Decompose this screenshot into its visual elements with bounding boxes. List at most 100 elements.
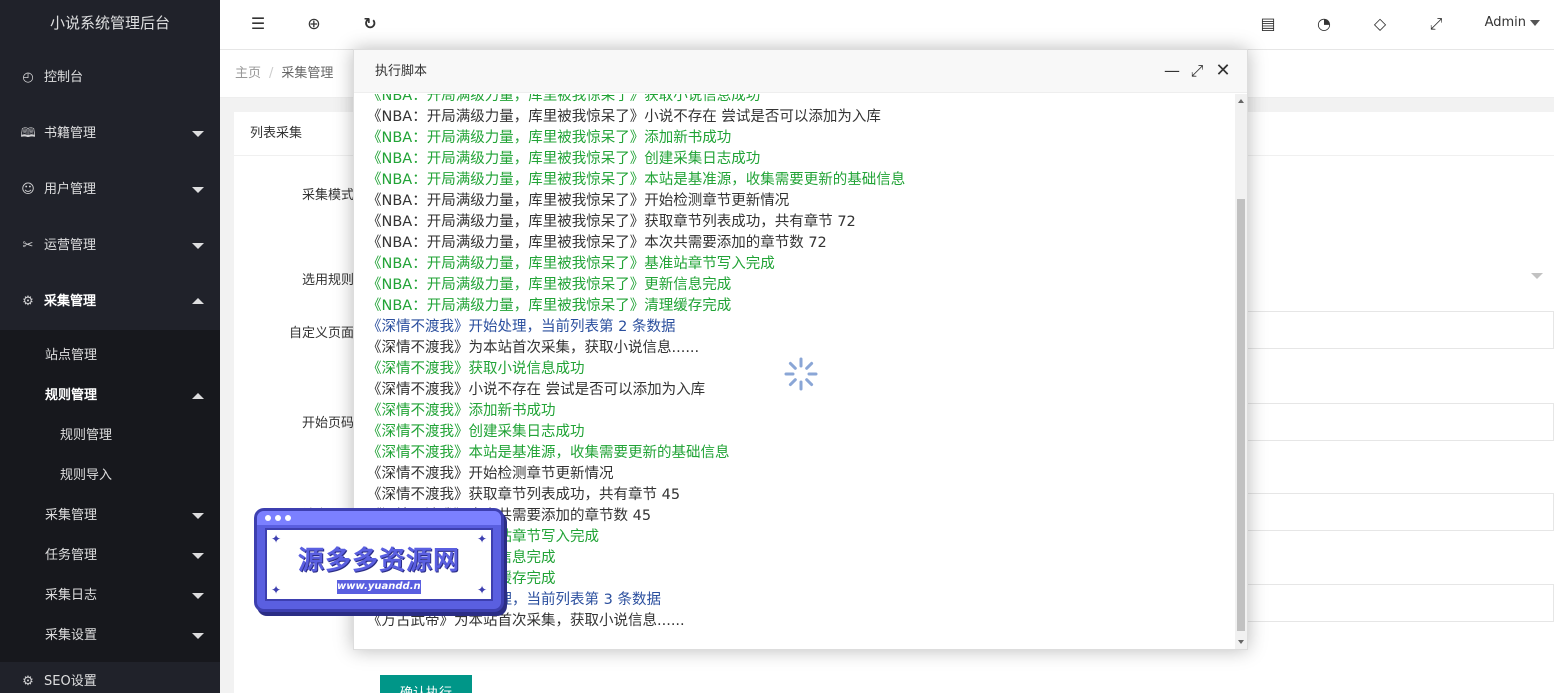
close-icon[interactable]: ✕ [1213,62,1233,80]
chevron-down-icon [192,513,204,519]
sidebar-submenu: 站点管理 规则管理 规则管理 规则导入 采集管理 任务管理 采集日志 采集设置 [0,330,220,662]
sidebar-item-label: 采集日志 [45,588,98,603]
sidebar-item-site[interactable]: 站点管理 [0,336,220,376]
custom-page-label: 自定义页面 [288,326,354,341]
chevron-down-icon [192,131,204,137]
custom-page-input[interactable] [1234,311,1554,349]
breadcrumb-current[interactable]: 采集管理 [281,66,333,81]
log-line: 《NBA：开局满级力量，库里被我惊呆了》本站是基准源，收集需要更新的基础信息 [367,172,906,188]
loading-spinner-icon [784,357,818,391]
book-icon: 🕮 [20,126,36,141]
log-line: 《深情不渡我》为本站首次采集，获取小说信息...... [367,340,700,356]
sidebar-item-rules-mgmt[interactable]: 规则管理 [0,416,220,456]
start-page-label: 开始页码 [301,416,354,431]
caret-down-icon [1530,19,1540,26]
end-page-input[interactable] [1234,493,1554,531]
tag-icon[interactable]: ◇ [1369,13,1391,35]
chevron-up-icon [192,298,204,304]
sidebar-item-label: 采集管理 [44,294,97,309]
log-line: 《NBA：开局满级力量，库里被我惊呆了》获取小说信息成功 [367,94,761,104]
chevron-down-icon [192,187,204,193]
sidebar-item-collect[interactable]: ⚙ 采集管理 [0,274,220,330]
sparkle-icon: ✦ [271,583,282,597]
rule-label: 选用规则 [301,273,354,288]
sidebar-item-label: 控制台 [44,70,84,85]
scroll-thumb[interactable] [1237,199,1245,631]
chevron-down-icon [1531,273,1543,279]
globe-icon[interactable]: ⊕ [303,13,325,35]
menu-collapse-icon[interactable]: ☰ [247,13,269,35]
watermark-name: 源多多资源网 [297,546,460,576]
seo-icon: ⚙ [22,674,34,689]
sidebar-item-rules-import[interactable]: 规则导入 [0,456,220,496]
sidebar-item-label: 规则管理 [45,388,98,403]
log-scrollbar[interactable] [1235,94,1247,649]
scroll-up-icon[interactable] [1238,99,1244,103]
log-line: 《NBA：开局满级力量，库里被我惊呆了》本次共需要添加的章节数 72 [367,235,827,251]
log-line: 《NBA：开局满级力量，库里被我惊呆了》添加新书成功 [367,130,732,146]
sidebar-item-operations[interactable]: ✂ 运营管理 [0,218,220,274]
operations-icon: ✂ [22,238,34,253]
log-line: 《NBA：开局满级力量，库里被我惊呆了》获取章节列表成功，共有章节 72 [367,214,856,230]
sidebar-item-label: 任务管理 [45,548,98,563]
log-line: 《NBA：开局满级力量，库里被我惊呆了》创建采集日志成功 [367,151,761,167]
log-line: 《深情不渡我》本站是基准源，收集需要更新的基础信息 [367,445,730,461]
breadcrumb-home[interactable]: 主页 [235,66,261,81]
sidebar-item-label: 书籍管理 [44,126,97,141]
sidebar-item-rules[interactable]: 规则管理 [0,376,220,416]
watermark-logo: ✦ ✦ ✦ ✦ 源多多资源网 www.yuandd.net [254,508,504,612]
log-line: 《NBA：开局满级力量，库里被我惊呆了》基准站章节写入完成 [367,256,775,272]
sidebar-item-seo[interactable]: ⚙ SEO设置 [0,662,220,693]
watermark-url: www.yuandd.net [337,580,433,594]
sidebar-item-label: 运营管理 [44,238,97,253]
username: Admin [1484,15,1526,30]
sidebar-item-logs[interactable]: 采集日志 [0,576,220,616]
sidebar-item-books[interactable]: 🕮 书籍管理 [0,106,220,162]
sidebar-item-label: 用户管理 [44,182,97,197]
start-page-input[interactable] [1234,403,1554,441]
rule-select[interactable] [1234,257,1554,295]
gear-icon: ⚙ [22,294,34,309]
user-menu[interactable]: Admin [1485,15,1540,30]
palette-icon[interactable]: ◔ [1313,13,1335,35]
app-title: 小说系统管理后台 [49,14,170,32]
note-icon[interactable]: ▤ [1257,13,1279,35]
sidebar-item-tasks[interactable]: 任务管理 [0,536,220,576]
sidebar: 小说系统管理后台 ◴ 控制台 🕮 书籍管理 ☺ 用户管理 ✂ 运营管理 ⚙ 采集… [0,0,220,693]
chevron-down-icon [192,633,204,639]
log-line: 《深情不渡我》开始检测章节更新情况 [367,466,614,482]
log-line: 《NBA：开局满级力量，库里被我惊呆了》小说不存在 尝试是否可以添加为入库 [367,109,881,125]
maximize-icon[interactable]: ⤢ [1187,62,1207,80]
log-line: 《NBA：开局满级力量，库里被我惊呆了》清理缓存完成 [367,298,732,314]
minimize-icon[interactable]: — [1162,62,1182,80]
chevron-down-icon [192,553,204,559]
modal-title: 执行脚本 [354,50,1247,93]
sidebar-item-settings[interactable]: 采集设置 [0,616,220,656]
confirm-button[interactable]: 确认执行 [380,675,472,693]
log-line: 《深情不渡我》开始处理，当前列表第 2 条数据 [367,319,676,335]
sidebar-item-collect-sub[interactable]: 采集管理 [0,496,220,536]
sparkle-icon: ✦ [476,583,487,597]
log-line: 《NBA：开局满级力量，库里被我惊呆了》开始检测章节更新情况 [367,193,790,209]
sidebar-item-label: SEO设置 [44,674,97,689]
log-line: 《深情不渡我》添加新书成功 [367,403,556,419]
mode-label: 采集模式 [301,188,354,203]
log-line: 《深情不渡我》获取章节列表成功，共有章节 45 [367,487,681,503]
scroll-down-icon[interactable] [1238,640,1244,644]
breadcrumb-separator: / [269,66,274,81]
sidebar-item-label: 采集设置 [45,628,98,643]
sidebar-item-dashboard[interactable]: ◴ 控制台 [0,50,220,106]
sidebar-item-label: 采集管理 [45,508,98,523]
sidebar-item-users[interactable]: ☺ 用户管理 [0,162,220,218]
log-line: 《深情不渡我》创建采集日志成功 [367,424,585,440]
chevron-up-icon [192,393,204,399]
extra-input[interactable] [1234,584,1554,622]
user-icon: ☺ [21,182,35,197]
chevron-down-icon [192,243,204,249]
refresh-icon[interactable]: ↻ [359,13,381,35]
chevron-down-icon [192,593,204,599]
log-line: 《万古武帝》为本站首次采集，获取小说信息...... [367,613,685,629]
log-line: 《NBA：开局满级力量，库里被我惊呆了》更新信息完成 [367,277,732,293]
top-header: ☰ ⊕ ↻ ▤ ◔ ◇ ⤢ Admin [220,0,1554,50]
fullscreen-icon[interactable]: ⤢ [1425,13,1447,35]
